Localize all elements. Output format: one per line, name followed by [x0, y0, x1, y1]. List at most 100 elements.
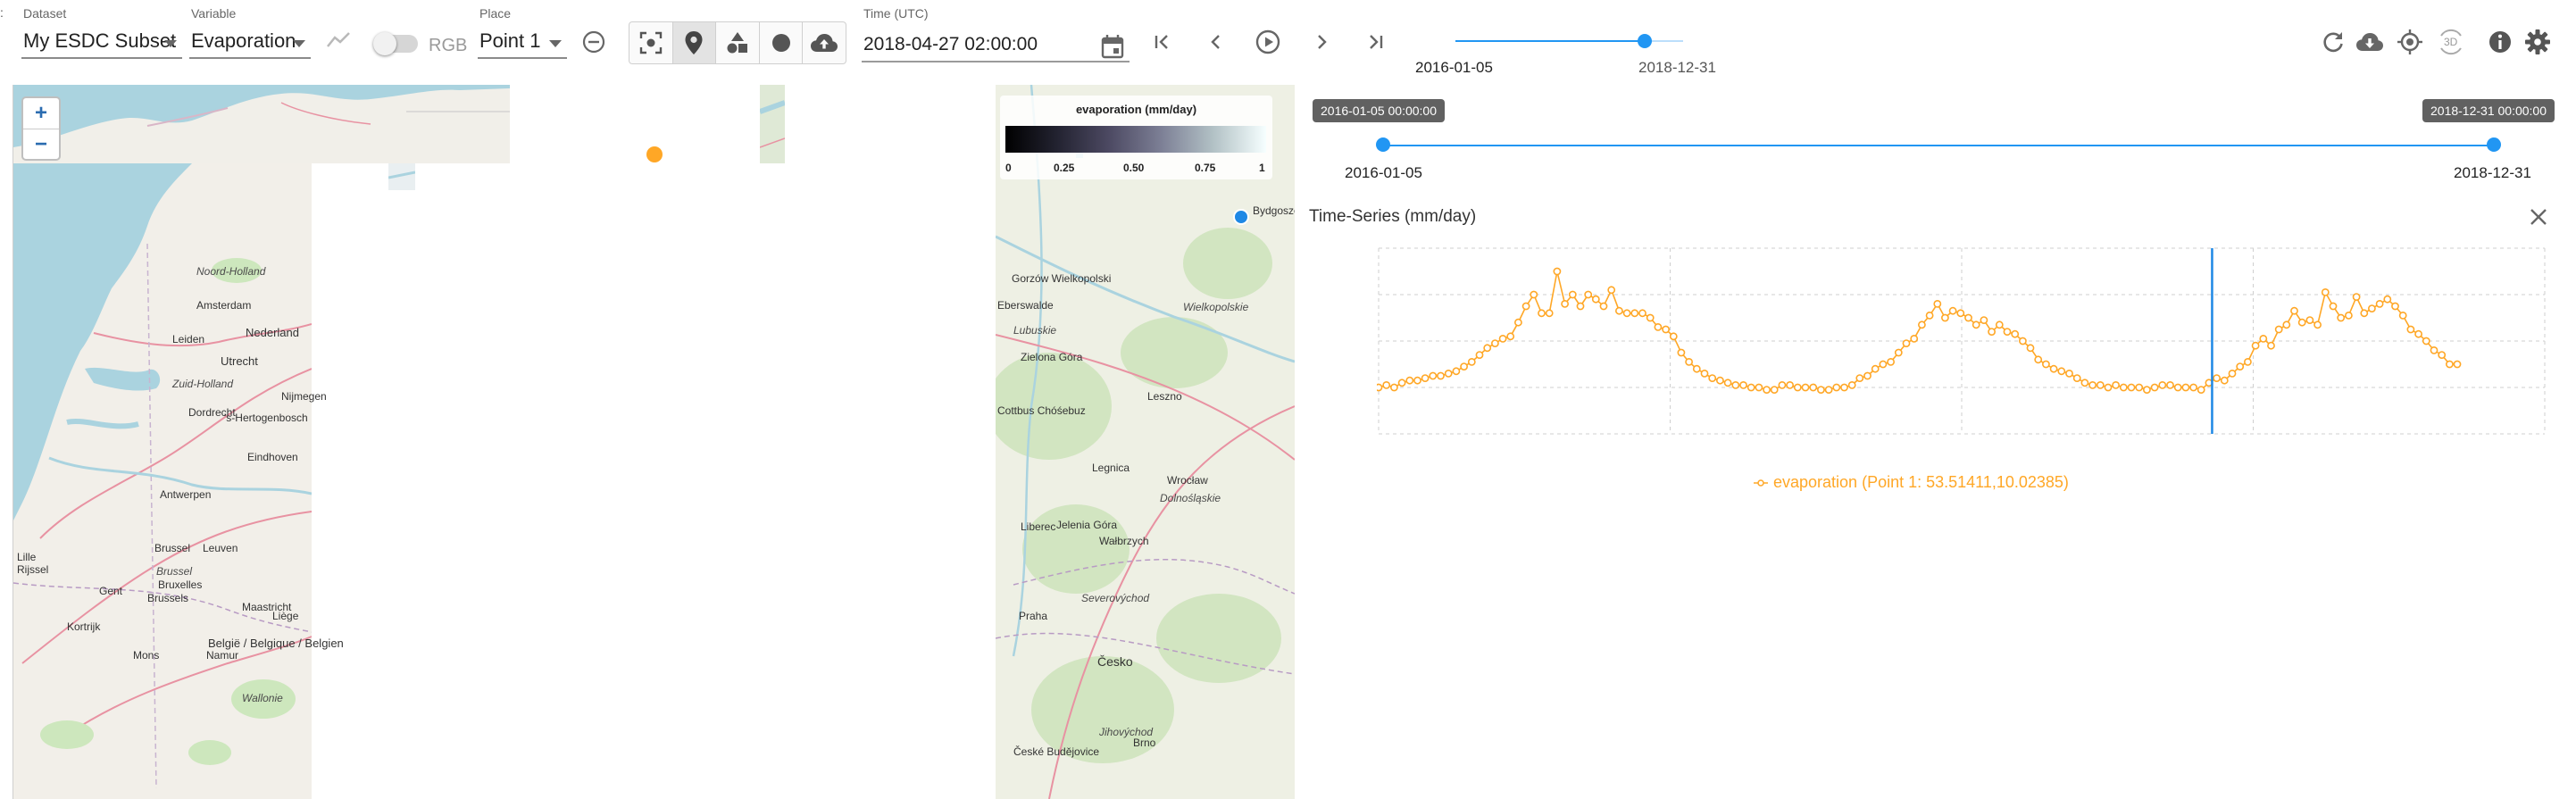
series-point[interactable]: [2383, 295, 2392, 304]
series-point[interactable]: [2244, 357, 2252, 366]
series-point[interactable]: [1708, 374, 1717, 382]
series-point[interactable]: [2251, 341, 2260, 350]
series-point[interactable]: [2011, 329, 2020, 338]
series-point[interactable]: [1490, 339, 1499, 347]
series-point[interactable]: [1382, 380, 1391, 389]
series-point[interactable]: [1801, 383, 1810, 392]
series-point[interactable]: [1747, 383, 1755, 392]
series-point[interactable]: [1413, 376, 1421, 385]
series-point[interactable]: [1816, 386, 1825, 394]
series-point[interactable]: [1506, 332, 1515, 341]
series-point[interactable]: [2003, 328, 2012, 336]
series-point[interactable]: [2112, 380, 2120, 389]
series-point[interactable]: [1863, 371, 1872, 380]
series-point[interactable]: [1389, 383, 1398, 392]
series-point[interactable]: [1972, 320, 1980, 329]
series-point[interactable]: [2042, 360, 2050, 369]
time-slider[interactable]: [1455, 32, 1683, 50]
series-point[interactable]: [2213, 374, 2221, 382]
series-point[interactable]: [2158, 380, 2167, 389]
circle-tool-button[interactable]: [760, 22, 804, 63]
series-point[interactable]: [1530, 290, 1538, 299]
series-point[interactable]: [1638, 309, 1646, 318]
place-select[interactable]: Point 1: [478, 25, 567, 59]
series-point[interactable]: [1444, 369, 1453, 378]
series-point[interactable]: [2080, 379, 2089, 387]
series-point[interactable]: [2290, 306, 2298, 315]
line-chart-icon[interactable]: [326, 30, 353, 50]
series-point[interactable]: [1521, 302, 1530, 311]
series-point[interactable]: [1832, 383, 1841, 392]
series-point[interactable]: [2282, 320, 2291, 329]
series-point[interactable]: [1948, 306, 1957, 315]
series-point[interactable]: [2173, 383, 2182, 392]
series-point[interactable]: [1630, 309, 1639, 318]
previous-step-icon[interactable]: [1205, 30, 1228, 54]
series-point[interactable]: [2446, 360, 2454, 369]
series-point[interactable]: [1599, 302, 1608, 311]
series-point[interactable]: [1545, 309, 1554, 318]
series-point[interactable]: [2049, 364, 2058, 373]
series-point[interactable]: [2259, 335, 2268, 343]
series-point[interactable]: [2166, 380, 2174, 389]
series-point[interactable]: [1460, 362, 1468, 370]
rgb-toggle[interactable]: [373, 30, 420, 55]
series-point[interactable]: [2352, 293, 2361, 301]
series-point[interactable]: [2329, 302, 2338, 311]
series-point[interactable]: [1568, 290, 1577, 299]
series-point[interactable]: [1437, 371, 1445, 380]
series-point[interactable]: [2391, 302, 2399, 311]
series-point[interactable]: [1763, 386, 1771, 394]
series-point[interactable]: [2096, 380, 2105, 389]
series-point[interactable]: [1662, 325, 1670, 334]
series-point[interactable]: [1715, 376, 1724, 385]
series-point[interactable]: [1723, 379, 1732, 387]
series-point[interactable]: [2360, 309, 2369, 318]
series-point[interactable]: [2197, 386, 2205, 394]
series-point[interactable]: [1607, 286, 1616, 295]
series-point[interactable]: [1669, 332, 1678, 341]
range-slider-end-thumb[interactable]: [2487, 137, 2501, 152]
series-point[interactable]: [2019, 337, 2027, 345]
cloud-download-icon[interactable]: [2355, 29, 2386, 53]
series-point[interactable]: [1894, 348, 1903, 357]
info-icon[interactable]: [2487, 29, 2513, 55]
first-step-icon[interactable]: [1151, 30, 1174, 54]
series-point[interactable]: [2438, 351, 2447, 359]
time-input[interactable]: 2018-04-27 02:00:00: [862, 25, 1130, 62]
series-point[interactable]: [2430, 346, 2438, 354]
refresh-icon[interactable]: [2321, 29, 2346, 54]
series-point[interactable]: [1591, 295, 1600, 304]
series-point[interactable]: [2034, 355, 2043, 364]
series-point[interactable]: [2321, 288, 2330, 296]
range-slider-start-thumb[interactable]: [1376, 137, 1390, 152]
series-point[interactable]: [1739, 380, 1747, 389]
series-point[interactable]: [1452, 367, 1461, 376]
dataset-select[interactable]: My ESDC Subset: [21, 25, 182, 59]
series-point[interactable]: [2345, 312, 2353, 320]
series-point[interactable]: [2274, 325, 2283, 334]
series-point[interactable]: [1964, 313, 1972, 322]
series-point[interactable]: [1614, 306, 1623, 315]
place-marker-point-1[interactable]: [646, 146, 663, 162]
series-point[interactable]: [2422, 337, 2430, 345]
variable-select[interactable]: Evaporation: [189, 25, 311, 59]
series-point[interactable]: [2414, 329, 2422, 338]
select-tool-button[interactable]: [629, 22, 673, 63]
series-point[interactable]: [2119, 383, 2128, 392]
series-point[interactable]: [1847, 380, 1856, 389]
series-point[interactable]: [2150, 383, 2159, 392]
series-point[interactable]: [2189, 383, 2197, 392]
series-point[interactable]: [1553, 267, 1562, 276]
series-point[interactable]: [1755, 383, 1763, 392]
series-point[interactable]: [1941, 313, 1949, 322]
series-point[interactable]: [1956, 309, 1965, 318]
series-point[interactable]: [2220, 376, 2229, 385]
series-point[interactable]: [1925, 312, 1934, 320]
series-point[interactable]: [2406, 325, 2415, 334]
series-point[interactable]: [1700, 369, 1709, 378]
settings-gear-icon[interactable]: [2523, 28, 2552, 56]
series-point[interactable]: [1561, 300, 1569, 308]
chart-legend-item[interactable]: evaporation (Point 1: 53.51411,10.02385): [1754, 473, 2069, 492]
timeseries-chart[interactable]: [1377, 245, 2547, 437]
